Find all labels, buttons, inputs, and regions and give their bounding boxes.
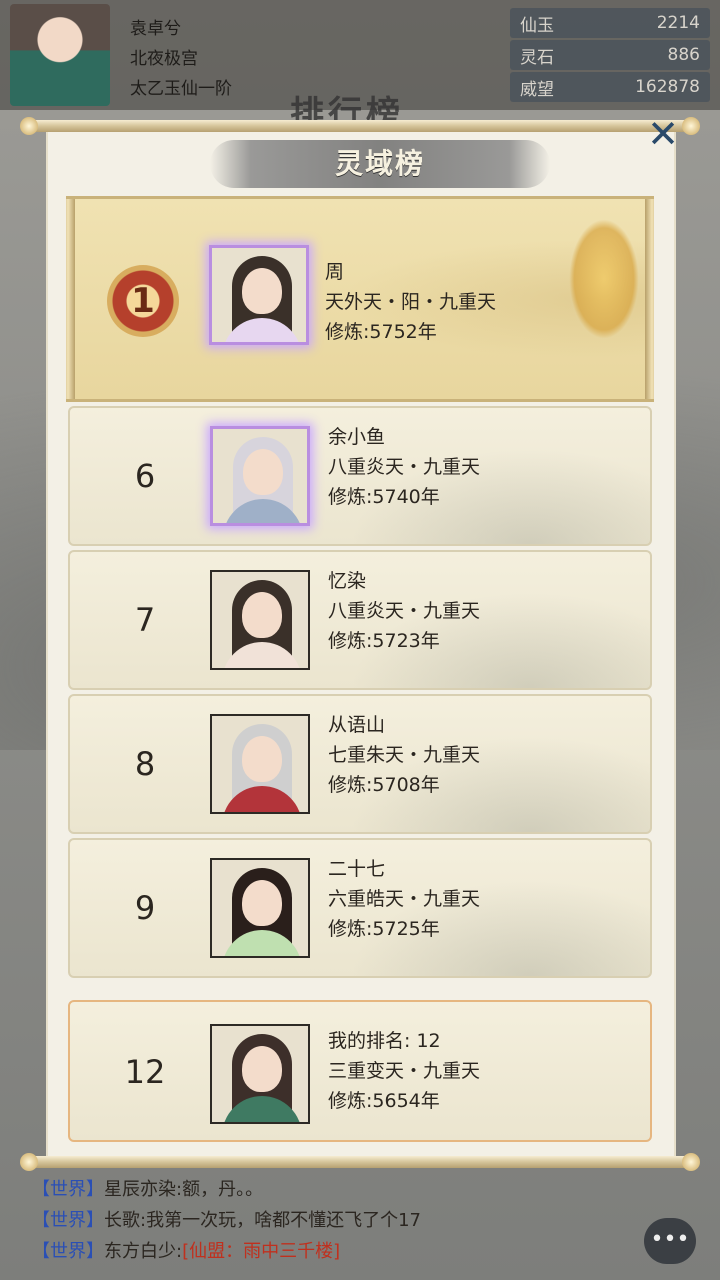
chat-button[interactable]: ••• — [644, 1218, 696, 1264]
portrait-face — [242, 1046, 282, 1092]
portrait-face — [242, 592, 282, 638]
player-info-block: 余小鱼 八重炎天・九重天 修炼:5740年 — [328, 422, 480, 512]
player-sect: 北夜极宫 — [130, 49, 198, 69]
player-cultivation: 修炼:5752年 — [325, 321, 437, 343]
rank-number: 6 — [134, 457, 156, 495]
chat-line: 【世界】东方白少:[仙盟：雨中三千楼] — [32, 1236, 632, 1267]
chat-message: 额，丹。。 — [182, 1179, 264, 1200]
resource-xianyu: 仙玉 2214 — [510, 8, 710, 38]
my-realm: 三重变天・九重天 — [328, 1060, 481, 1082]
resource-value: 162878 — [635, 77, 700, 97]
scroll-rod-top — [20, 117, 700, 135]
chat-channel-tag: 【世界】 — [32, 1241, 104, 1262]
player-info-block: 忆染 八重炎天・九重天 修炼:5723年 — [328, 566, 480, 656]
resource-label: 仙玉 — [520, 15, 554, 36]
close-icon: ✕ — [647, 112, 679, 156]
player-cultivation: 修炼:5740年 — [328, 486, 440, 508]
rank-medal-icon: 1 — [107, 265, 179, 337]
world-chat[interactable]: 【世界】星辰亦染:额，丹。。 【世界】长歌:我第一次玩，啥都不懂还飞了个17 【… — [32, 1174, 632, 1267]
resource-lingshi: 灵石 886 — [510, 40, 710, 70]
my-cultivation: 修炼:5654年 — [328, 1090, 440, 1112]
rank-medal-number: 1 — [131, 281, 155, 321]
my-info-block: 我的排名: 12 三重变天・九重天 修炼:5654年 — [328, 1026, 480, 1116]
player-realm: 太乙玉仙一阶 — [130, 79, 232, 99]
chat-line: 【世界】星辰亦染:额，丹。。 — [32, 1174, 632, 1205]
player-portrait[interactable] — [210, 426, 310, 526]
chat-line: 【世界】长歌:我第一次玩，啥都不懂还飞了个17 — [32, 1205, 632, 1236]
chat-channel-tag: 【世界】 — [32, 1179, 104, 1200]
my-ranking-row[interactable]: 12 我的排名: 12 三重变天・九重天 修炼:5654年 — [68, 1000, 652, 1142]
resource-value: 886 — [667, 45, 700, 65]
ranking-row[interactable]: 6 余小鱼 八重炎天・九重天 修炼:5740年 — [68, 406, 652, 546]
player-name: 从语山 — [328, 714, 386, 736]
chat-alliance-link[interactable]: [仙盟：雨中三千楼] — [182, 1241, 340, 1262]
player-name: 余小鱼 — [328, 426, 386, 448]
chat-sender: 长歌: — [104, 1210, 147, 1231]
resource-value: 2214 — [656, 13, 700, 33]
my-rank-label: 我的排名: 12 — [328, 1030, 441, 1052]
chat-sender: 东方白少: — [104, 1241, 183, 1262]
my-portrait[interactable] — [210, 1024, 310, 1124]
scroll-end-right — [645, 199, 654, 399]
player-name: 二十七 — [328, 858, 386, 880]
player-realm: 六重皓天・九重天 — [328, 888, 481, 910]
player-portrait[interactable] — [210, 858, 310, 958]
player-info-block: 周 天外天・阳・九重天 修炼:5752年 — [325, 257, 496, 347]
player-portrait[interactable] — [210, 570, 310, 670]
player-name: 周 — [325, 261, 345, 283]
chat-message: 我第一次玩，啥都不懂还飞了个17 — [146, 1210, 421, 1231]
chat-channel-tag: 【世界】 — [32, 1210, 104, 1231]
player-info-block: 二十七 六重皓天・九重天 修炼:5725年 — [328, 854, 480, 944]
my-rank-number: 12 — [124, 1053, 166, 1091]
portrait-face — [242, 268, 282, 314]
ranking-row[interactable]: 8 从语山 七重朱天・九重天 修炼:5708年 — [68, 694, 652, 834]
close-button[interactable]: ✕ — [644, 115, 682, 154]
ranking-row-first[interactable]: 1 周 天外天・阳・九重天 修炼:5752年 — [66, 196, 654, 402]
player-realm: 七重朱天・九重天 — [328, 744, 481, 766]
ranking-list[interactable]: 1 周 天外天・阳・九重天 修炼:5752年 6 余小鱼 八重炎天・九重天 修炼… — [66, 196, 654, 980]
panel-title: 灵域榜 — [334, 147, 425, 180]
player-info: 袁卓兮 北夜极宫 太乙玉仙一阶 — [130, 14, 232, 104]
player-name: 忆染 — [328, 570, 367, 592]
portrait-face — [242, 736, 282, 782]
scroll-end-left — [66, 199, 75, 399]
rank-number: 7 — [134, 601, 156, 639]
scroll-rod-bottom — [20, 1153, 700, 1171]
rank-number: 8 — [134, 745, 156, 783]
player-cultivation: 修炼:5723年 — [328, 630, 440, 652]
ranking-row[interactable]: 9 二十七 六重皓天・九重天 修炼:5725年 — [68, 838, 652, 978]
resource-label: 灵石 — [520, 47, 554, 68]
player-realm: 八重炎天・九重天 — [328, 456, 481, 478]
player-realm: 天外天・阳・九重天 — [325, 291, 497, 313]
portrait-face — [243, 449, 283, 495]
phoenix-ornament — [569, 219, 639, 339]
resource-list: 仙玉 2214 灵石 886 威望 162878 — [510, 8, 710, 104]
rank-number: 9 — [134, 889, 156, 927]
player-info-block: 从语山 七重朱天・九重天 修炼:5708年 — [328, 710, 480, 800]
player-cultivation: 修炼:5708年 — [328, 774, 440, 796]
resource-weiwang: 威望 162878 — [510, 72, 710, 102]
player-portrait[interactable] — [209, 245, 309, 345]
player-portrait[interactable] — [210, 714, 310, 814]
chat-sender: 星辰亦染: — [104, 1179, 183, 1200]
ranking-row[interactable]: 7 忆染 八重炎天・九重天 修炼:5723年 — [68, 550, 652, 690]
chat-bubble-icon: ••• — [650, 1227, 690, 1252]
player-avatar[interactable] — [10, 4, 110, 106]
resource-label: 威望 — [520, 79, 554, 100]
player-cultivation: 修炼:5725年 — [328, 918, 440, 940]
player-realm: 八重炎天・九重天 — [328, 600, 481, 622]
player-name: 袁卓兮 — [130, 19, 181, 39]
portrait-face — [242, 880, 282, 926]
